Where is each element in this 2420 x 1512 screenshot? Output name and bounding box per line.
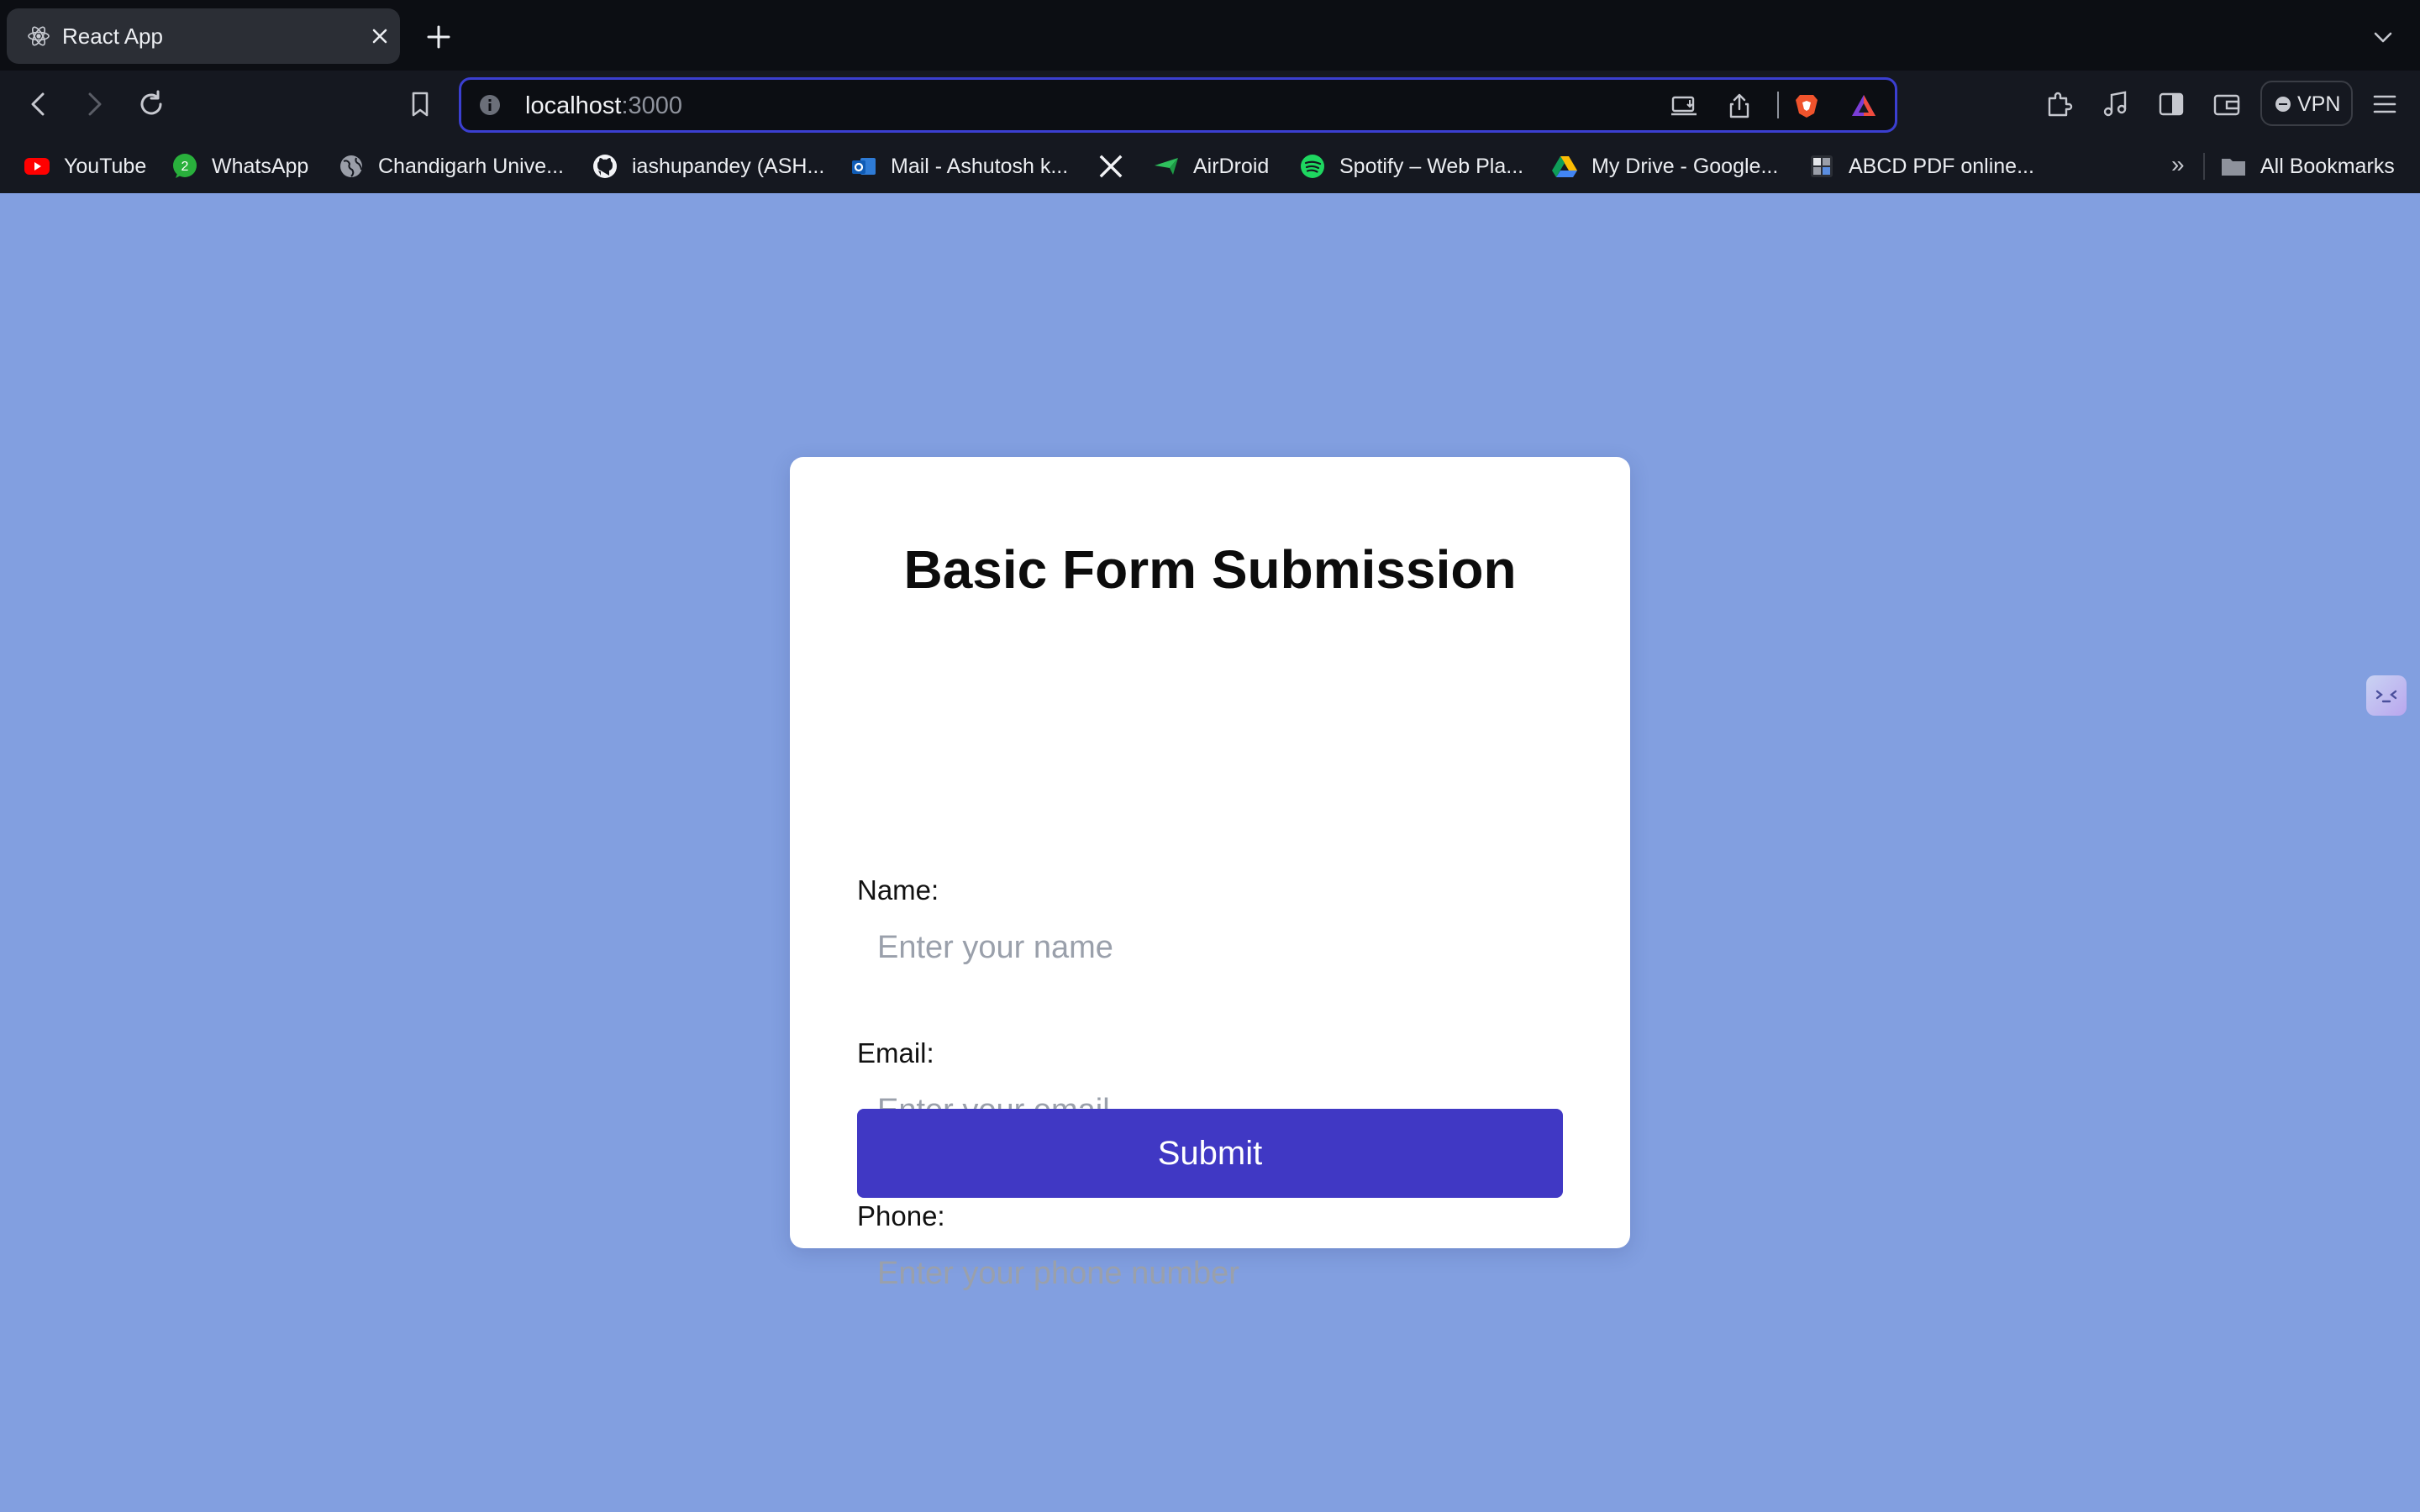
google-drive-icon	[1552, 156, 1577, 177]
browser-chrome: React App localhost:3000 VPN YouTube 2 W…	[0, 0, 2420, 193]
bookmark-label: Mail - Ashutosh k...	[891, 154, 1069, 178]
spotify-icon	[1301, 155, 1324, 178]
submit-button[interactable]: Submit	[857, 1109, 1563, 1198]
bookmark-github[interactable]: iashupandey (ASH...	[592, 150, 824, 183]
whatsapp-icon: 2	[173, 154, 197, 178]
cast-install-icon[interactable]	[1670, 92, 1698, 120]
form-card: Basic Form Submission Name: Email: Phone…	[790, 457, 1630, 1304]
media-music-icon[interactable]	[2099, 87, 2133, 121]
bookmark-icon[interactable]	[403, 87, 437, 121]
new-tab-plus-icon[interactable]	[424, 22, 454, 52]
react-icon	[28, 26, 50, 46]
phone-input[interactable]	[857, 1243, 1563, 1304]
url-host: localhost	[525, 92, 622, 119]
outlook-icon	[852, 158, 876, 175]
omnibox-divider	[1777, 92, 1779, 118]
address-bar[interactable]: localhost:3000	[459, 77, 1897, 133]
forward-arrow-icon[interactable]	[77, 87, 111, 121]
url-text[interactable]: localhost:3000	[525, 92, 682, 119]
bookmark-label: iashupandey (ASH...	[632, 154, 825, 178]
bookmark-label: YouTube	[64, 154, 147, 178]
bookmark-x[interactable]	[1097, 150, 1138, 183]
bookmark-label: Spotify – Web Pla...	[1339, 154, 1524, 178]
sidebar-toggle-icon[interactable]	[2154, 87, 2188, 121]
brave-rewards-icon[interactable]	[1849, 92, 1878, 120]
more-bookmarks-button[interactable]: »	[2171, 151, 2185, 178]
airdroid-icon	[1155, 158, 1178, 175]
bookmarks-bar: YouTube 2 WhatsApp Chandigarh Unive... i…	[0, 139, 2420, 193]
back-arrow-icon[interactable]	[22, 87, 55, 121]
face-icon	[2375, 690, 2397, 703]
folder-icon	[2222, 159, 2245, 176]
name-label: Name:	[857, 874, 939, 906]
all-bookmarks-label: All Bookmarks	[2260, 154, 2395, 178]
chevron-down-icon[interactable]	[2371, 25, 2395, 49]
bookmark-label: WhatsApp	[212, 154, 309, 178]
url-port: :3000	[621, 92, 683, 119]
bookmark-whatsapp[interactable]: 2 WhatsApp	[171, 150, 308, 183]
all-bookmarks-folder[interactable]: All Bookmarks	[2220, 150, 2395, 183]
github-icon	[593, 155, 617, 178]
x-twitter-icon	[1099, 155, 1123, 178]
site-info-icon[interactable]	[478, 93, 502, 117]
bookmarks-divider	[2203, 153, 2205, 180]
menu-hamburger-icon[interactable]	[2368, 87, 2402, 121]
svg-text:2: 2	[182, 160, 189, 174]
tab-title: React App	[62, 24, 163, 49]
bookmark-label: Chandigarh Unive...	[378, 154, 564, 178]
bookmark-google-drive[interactable]: My Drive - Google...	[1551, 150, 1778, 183]
bookmark-label: AirDroid	[1193, 154, 1270, 178]
brave-shields-icon[interactable]	[1792, 92, 1821, 120]
wallet-icon[interactable]	[2210, 87, 2244, 121]
email-label: Email:	[857, 1037, 934, 1068]
bookmark-label: ABCD PDF online...	[1849, 154, 2034, 178]
bookmark-label: My Drive - Google...	[1591, 154, 1779, 178]
tab-react-app[interactable]: React App	[7, 8, 400, 64]
close-icon[interactable]	[370, 26, 390, 46]
toolbar: localhost:3000 VPN	[0, 71, 2420, 139]
reload-icon[interactable]	[134, 87, 168, 121]
vpn-status-icon	[2275, 97, 2291, 112]
extensions-puzzle-icon[interactable]	[2042, 87, 2075, 121]
phone-label: Phone:	[857, 1200, 945, 1231]
bookmark-abcd-pdf[interactable]: ABCD PDF online...	[1808, 150, 2034, 183]
bookmark-airdroid[interactable]: AirDroid	[1153, 150, 1269, 183]
form-title: Basic Form Submission	[903, 539, 1517, 600]
vpn-label: VPN	[2297, 92, 2341, 116]
page-content: Basic Form Submission Name: Email: Phone…	[0, 193, 2420, 1512]
youtube-icon	[24, 158, 50, 175]
side-widget-face-icon[interactable]	[2366, 675, 2407, 716]
pdf-icon	[1811, 155, 1833, 177]
tab-strip: React App	[0, 0, 2420, 71]
share-icon[interactable]	[1725, 92, 1754, 120]
bookmark-chandigarh[interactable]: Chandigarh Unive...	[338, 150, 564, 183]
bookmark-mail[interactable]: Mail - Ashutosh k...	[850, 150, 1068, 183]
name-input[interactable]	[857, 917, 1563, 978]
vpn-button[interactable]: VPN	[2260, 81, 2353, 126]
bookmark-spotify[interactable]: Spotify – Web Pla...	[1299, 150, 1523, 183]
bookmark-youtube[interactable]: YouTube	[24, 150, 146, 183]
globe-icon	[340, 155, 362, 177]
